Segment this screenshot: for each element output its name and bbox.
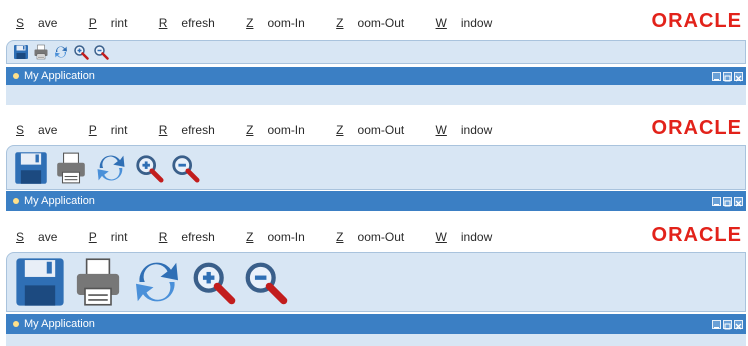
window-titlebar[interactable]: My Application: [6, 314, 746, 334]
frame-large: Save Print Refresh Zoom-In Zoom-Out Wind…: [0, 220, 748, 346]
close-button[interactable]: [734, 71, 743, 81]
zoom-in-icon: [74, 45, 89, 60]
menu-zoom-out[interactable]: Zoom-Out: [336, 16, 418, 30]
menu-zoom-in[interactable]: Zoom-In: [246, 230, 319, 244]
menu-zoom-in[interactable]: Zoom-In: [246, 16, 319, 30]
menu-save[interactable]: Save: [16, 230, 71, 244]
menu-bar: Save Print Refresh Zoom-In Zoom-Out Wind…: [16, 16, 520, 30]
minimize-button[interactable]: [712, 71, 721, 81]
print-button[interactable]: [51, 148, 91, 188]
maximize-icon: [724, 200, 731, 206]
print-icon: [34, 44, 48, 60]
minimize-button[interactable]: [712, 196, 721, 206]
menu-bar: Save Print Refresh Zoom-In Zoom-Out Wind…: [16, 230, 520, 244]
refresh-button[interactable]: [51, 42, 71, 62]
menu-refresh[interactable]: Refresh: [159, 123, 229, 137]
close-button[interactable]: [734, 196, 743, 206]
app-icon: [13, 321, 19, 327]
toolbar: [6, 252, 746, 312]
maximize-icon: [724, 75, 731, 81]
menu-zoom-out[interactable]: Zoom-Out: [336, 123, 418, 137]
toolbar: [6, 145, 746, 190]
oracle-logo: ORACLE: [651, 117, 742, 139]
save-button[interactable]: [11, 253, 69, 311]
window-titlebar[interactable]: My Application: [6, 67, 746, 85]
close-icon: [735, 323, 742, 329]
zoom-out-icon: [172, 154, 200, 183]
menu-window[interactable]: Window: [436, 123, 507, 137]
minimize-icon: [714, 78, 719, 80]
zoom-out-icon: [94, 45, 109, 60]
save-button[interactable]: [11, 42, 31, 62]
save-button[interactable]: [11, 148, 51, 188]
oracle-logo: ORACLE: [651, 10, 742, 32]
print-icon: [57, 152, 85, 183]
menu-zoom-in[interactable]: Zoom-In: [246, 123, 319, 137]
menu-window[interactable]: Window: [436, 16, 507, 30]
zoom-out-icon: [245, 262, 288, 305]
maximize-button[interactable]: [723, 196, 732, 206]
refresh-icon: [55, 46, 67, 58]
maximize-button[interactable]: [723, 71, 732, 81]
menu-bar: Save Print Refresh Zoom-In Zoom-Out Wind…: [16, 123, 520, 137]
zoom-in-icon: [193, 262, 236, 305]
menu-print[interactable]: Print: [89, 230, 142, 244]
menu-print[interactable]: Print: [89, 16, 142, 30]
minimize-icon: [714, 203, 719, 205]
refresh-icon: [136, 262, 178, 302]
print-button[interactable]: [31, 42, 51, 62]
zoom-out-button[interactable]: [239, 253, 291, 311]
zoom-out-button[interactable]: [167, 148, 203, 188]
close-button[interactable]: [734, 319, 743, 329]
menu-refresh[interactable]: Refresh: [159, 230, 229, 244]
print-button[interactable]: [69, 253, 127, 311]
window-title: My Application: [24, 195, 95, 207]
zoom-in-button[interactable]: [71, 42, 91, 62]
zoom-in-icon: [136, 154, 164, 183]
window-title: My Application: [24, 70, 95, 82]
app-icon: [13, 73, 19, 79]
oracle-logo: ORACLE: [651, 224, 742, 246]
window-titlebar[interactable]: My Application: [6, 191, 746, 211]
frame-medium: Save Print Refresh Zoom-In Zoom-Out Wind…: [0, 113, 748, 213]
save-icon: [15, 151, 47, 184]
minimize-icon: [714, 326, 719, 328]
window-body: [6, 85, 746, 105]
print-icon: [76, 258, 120, 306]
maximize-button[interactable]: [723, 319, 732, 329]
close-icon: [735, 200, 742, 206]
frame-small: Save Print Refresh Zoom-In Zoom-Out Wind…: [0, 0, 748, 105]
save-icon: [14, 45, 28, 59]
app-icon: [13, 198, 19, 204]
zoom-out-button[interactable]: [91, 42, 111, 62]
close-icon: [735, 75, 742, 81]
maximize-icon: [724, 323, 731, 329]
refresh-icon: [97, 155, 125, 180]
menu-zoom-out[interactable]: Zoom-Out: [336, 230, 418, 244]
menu-save[interactable]: Save: [16, 123, 71, 137]
zoom-in-button[interactable]: [131, 148, 167, 188]
refresh-button[interactable]: [127, 253, 187, 311]
refresh-button[interactable]: [91, 148, 131, 188]
window-body: [6, 334, 746, 346]
zoom-in-button[interactable]: [187, 253, 239, 311]
menu-save[interactable]: Save: [16, 16, 71, 30]
menu-print[interactable]: Print: [89, 123, 142, 137]
window-title: My Application: [24, 318, 95, 330]
menu-refresh[interactable]: Refresh: [159, 16, 229, 30]
minimize-button[interactable]: [712, 319, 721, 329]
toolbar: [6, 40, 746, 64]
menu-window[interactable]: Window: [436, 230, 507, 244]
save-icon: [16, 258, 64, 306]
